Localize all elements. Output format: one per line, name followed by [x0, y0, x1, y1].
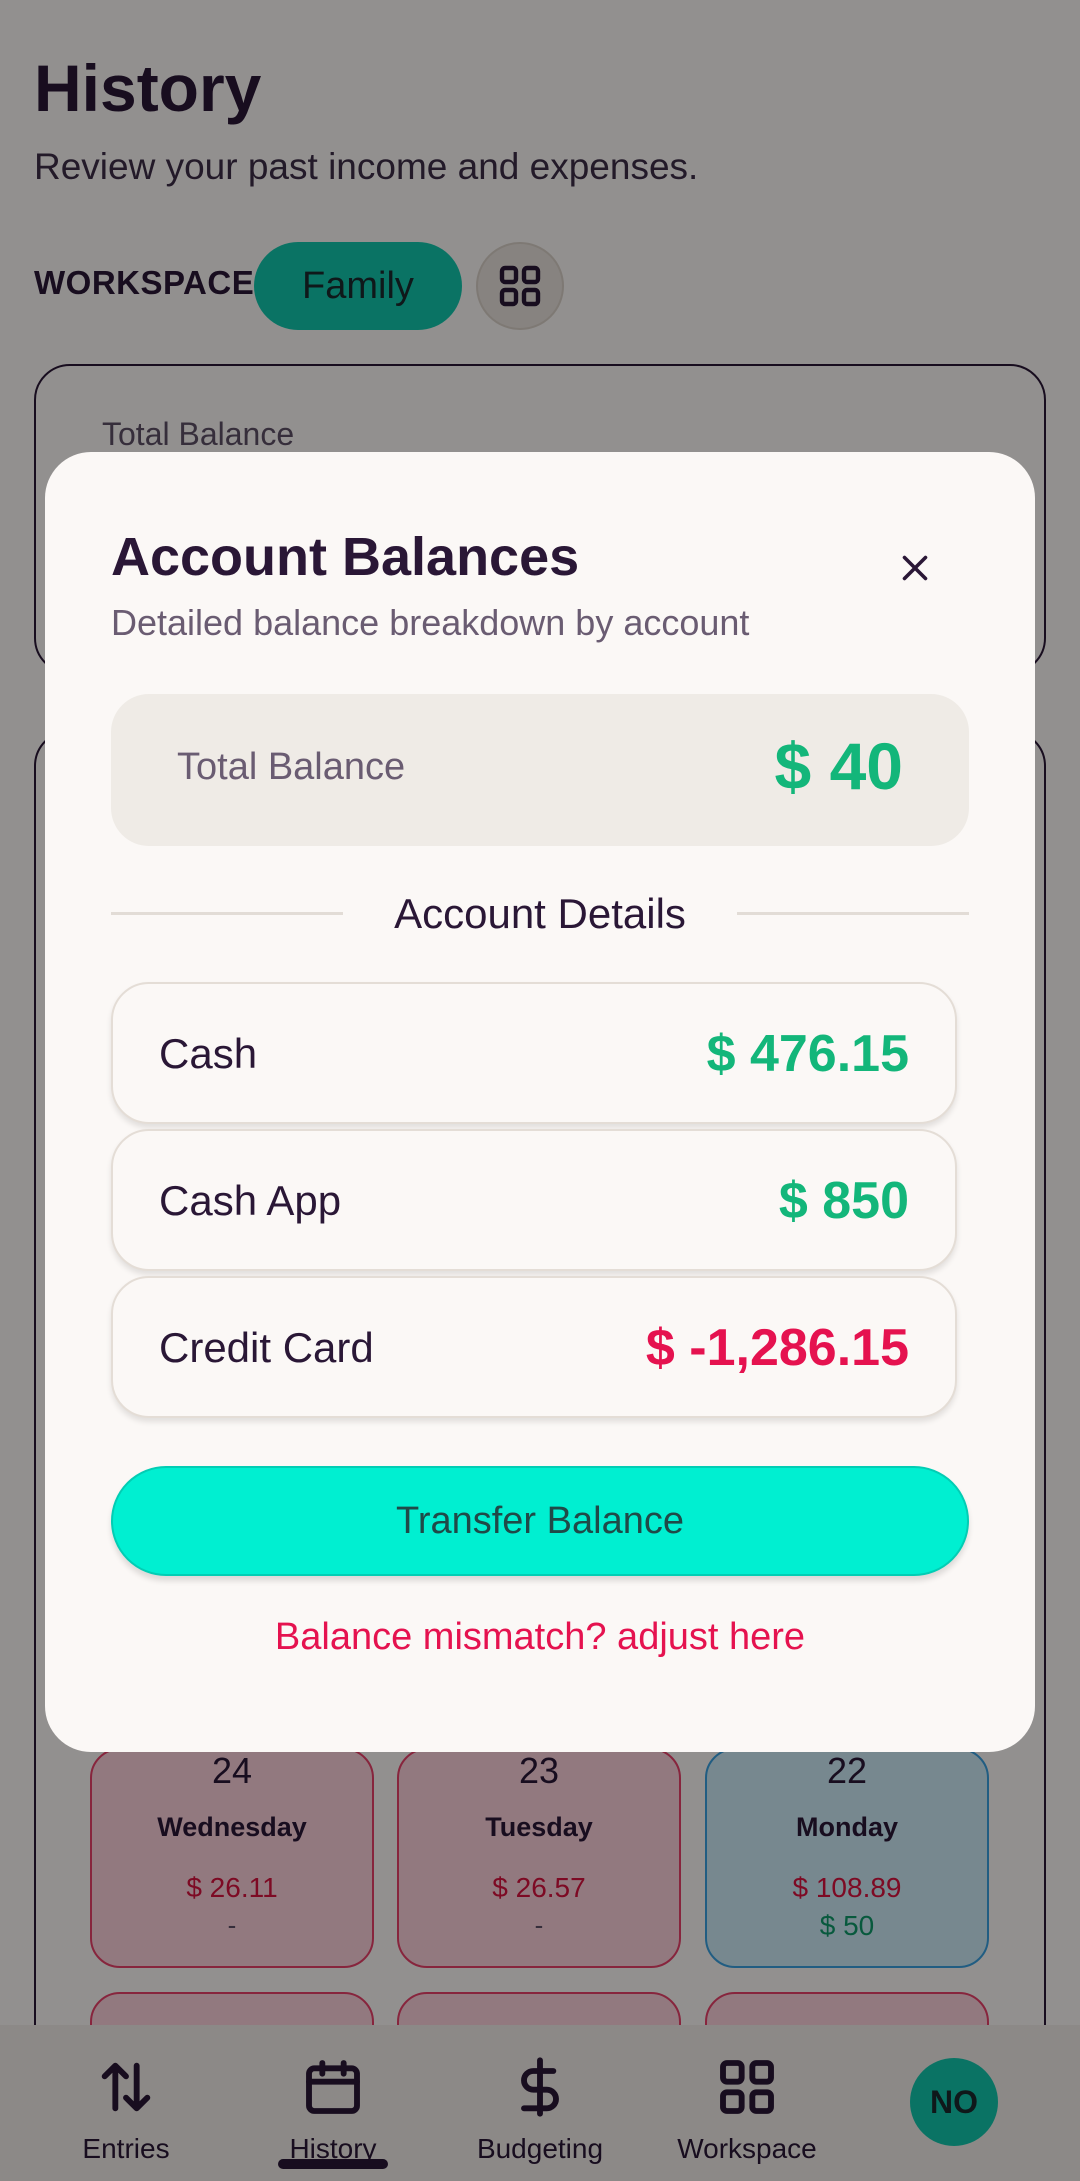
- account-balance: $ 476.15: [706, 1025, 909, 1083]
- account-balances-dialog: Account Balances Detailed balance breakd…: [45, 452, 1035, 1752]
- dialog-subtitle: Detailed balance breakdown by account: [111, 602, 750, 643]
- close-icon: [902, 555, 928, 581]
- divider-line: [737, 912, 969, 915]
- transfer-balance-button[interactable]: Transfer Balance: [111, 1466, 969, 1576]
- close-button[interactable]: [885, 538, 945, 598]
- account-name: Cash: [159, 1030, 258, 1077]
- account-details-divider: Account Details: [111, 882, 969, 942]
- account-row-cash[interactable]: Cash $ 476.15: [111, 982, 957, 1124]
- account-name: Credit Card: [159, 1324, 374, 1371]
- account-name: Cash App: [159, 1177, 342, 1224]
- account-row-credit-card[interactable]: Credit Card $ -1,286.15: [111, 1276, 957, 1418]
- account-row-cash-app[interactable]: Cash App $ 850: [111, 1129, 957, 1271]
- total-balance-value: $ 40: [774, 729, 903, 803]
- total-balance-label: Total Balance: [177, 746, 406, 788]
- account-balance: $ 850: [778, 1172, 909, 1230]
- adjust-balance-link[interactable]: Balance mismatch? adjust here: [111, 1616, 969, 1659]
- total-balance-box: Total Balance $ 40: [111, 694, 969, 846]
- account-balance: $ -1,286.15: [645, 1319, 909, 1377]
- dialog-title: Account Balances: [111, 527, 580, 587]
